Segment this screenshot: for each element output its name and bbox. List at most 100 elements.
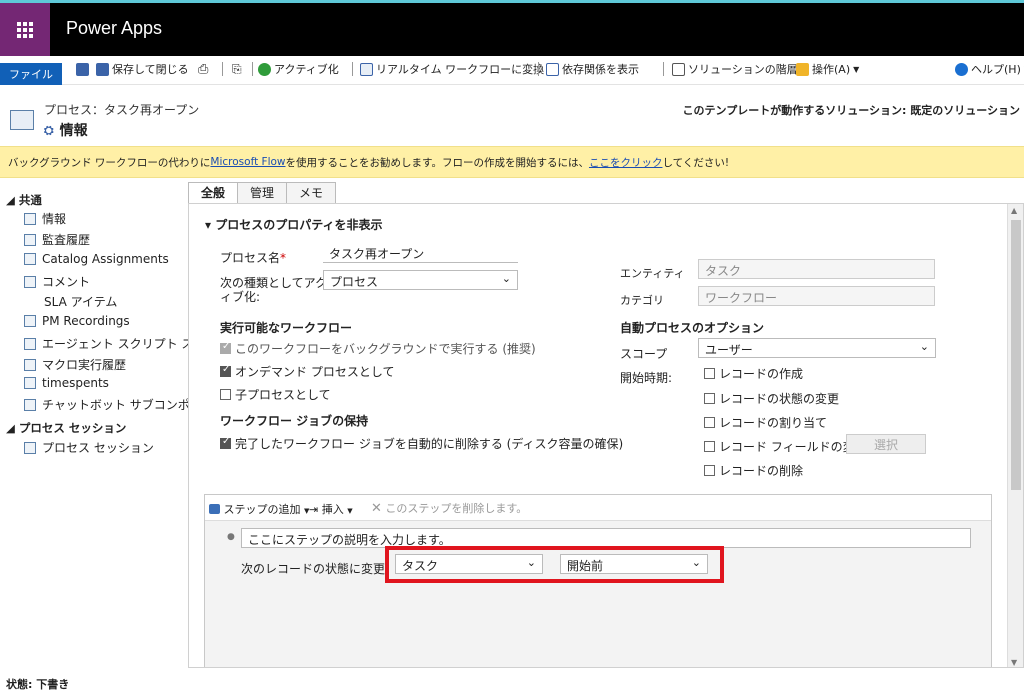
chevron-down-icon: ⌄: [501, 272, 511, 285]
waffle-icon: [17, 21, 33, 38]
run-background-label: このワークフローをバックグラウンドで実行する (推奨): [235, 342, 536, 356]
breadcrumb: プロセス：タスク再オープン: [44, 103, 200, 117]
select-fields-button[interactable]: 選択: [846, 434, 926, 454]
process-icon: [10, 110, 34, 130]
start-on-delete-checkbox[interactable]: レコードの削除: [704, 462, 803, 479]
step-toolbar: ステップの追加 ▼ ⇥ 挿入 ▼ ✕ このステップを削除します。: [205, 495, 991, 521]
child-process-label: 子プロセスとして: [235, 388, 331, 402]
page-title: ⛭ 情報: [44, 120, 88, 140]
scroll-up-icon[interactable]: ▲: [1011, 206, 1017, 215]
microsoft-flow-link[interactable]: Microsoft Flow: [210, 156, 285, 168]
start-on-field-change-checkbox[interactable]: レコード フィールドの変更: [704, 438, 867, 455]
flow-recommendation-banner: バックグラウンド ワークフローの代わりに Microsoft Flow を使用す…: [0, 146, 1024, 178]
tab-general[interactable]: 全般: [188, 182, 239, 204]
activate-as-label-line2: ィブ化:: [220, 290, 261, 304]
checkbox-icon: [704, 368, 715, 379]
start-on-status-change-checkbox[interactable]: レコードの状態の変更: [704, 390, 839, 407]
nav-item-comments[interactable]: コメント: [24, 273, 90, 290]
nav-item-label: マクロ実行履歴: [42, 358, 127, 372]
scope-label: スコープ: [620, 347, 668, 361]
nav-item-chatbot-subcomponents[interactable]: チャットボット サブコンポ…: [24, 396, 202, 413]
activate-as-label: 次の種類としてアクテ ィブ化:: [220, 276, 339, 304]
save-close-button[interactable]: 保存して閉じる: [96, 60, 189, 78]
help-icon: [955, 62, 968, 76]
nav-item-process-session[interactable]: プロセス セッション: [24, 439, 154, 456]
activate-button[interactable]: アクティブ化: [258, 60, 339, 78]
status-select[interactable]: 開始前 ⌄: [560, 554, 708, 574]
chevron-down-icon: ▼: [347, 507, 353, 515]
delete-step-label: このステップを削除します。: [385, 502, 528, 515]
solution-info: このテンプレートが動作するソリューション: 既定のソリューション: [682, 104, 1020, 117]
entity-field: タスク: [698, 259, 935, 279]
nav-item-label: Catalog Assignments: [42, 252, 169, 266]
add-step-menu[interactable]: ステップの追加 ▼: [209, 501, 309, 517]
process-small-icon: ⛭: [44, 122, 54, 137]
nav-item-catalog-assignments[interactable]: Catalog Assignments: [24, 252, 169, 266]
checkbox-icon: [704, 393, 715, 404]
child-process-checkbox[interactable]: 子プロセスとして: [220, 386, 331, 403]
save-button[interactable]: [76, 60, 89, 78]
on-demand-label: オンデマンド プロセスとして: [235, 365, 395, 379]
nav-item-label: エージェント スクリプト ス…: [42, 337, 206, 351]
checkbox-icon: [220, 364, 231, 377]
banner-text-1: バックグラウンド ワークフローの代わりに: [8, 156, 211, 169]
change-status-label: 次のレコードの状態に変更:: [241, 562, 390, 576]
tab-administration[interactable]: 管理: [237, 182, 288, 204]
click-here-link[interactable]: ここをクリック: [589, 155, 663, 170]
section-title: プロセスのプロパティを非表示: [215, 218, 383, 232]
auto-delete-checkbox[interactable]: 完了したワークフロー ジョブを自動的に削除する (ディスク容量の確保): [220, 435, 623, 452]
vertical-scrollbar[interactable]: ▲ ▼: [1007, 204, 1023, 667]
section-toggle[interactable]: ▾ プロセスのプロパティを非表示: [205, 216, 383, 233]
category-label: カテゴリ: [620, 294, 664, 307]
insert-label: 挿入: [321, 503, 344, 516]
nav-item-pm-recordings[interactable]: PM Recordings: [24, 314, 130, 328]
chevron-down-icon: ▼: [853, 64, 860, 74]
start-on-create-checkbox[interactable]: レコードの作成: [704, 365, 803, 382]
solution-layers-button[interactable]: ソリューションの階層: [672, 60, 798, 78]
step-description-input[interactable]: ここにステップの説明を入力します。: [241, 528, 971, 548]
nav-item-label: プロセス セッション: [42, 441, 154, 455]
nav-item-agent-scripts[interactable]: エージェント スクリプト ス…: [24, 335, 205, 352]
scope-select[interactable]: ユーザー ⌄: [698, 338, 936, 358]
audit-icon: [24, 233, 36, 246]
nav-item-info[interactable]: 情報: [24, 210, 66, 227]
nav-item-audit-history[interactable]: 監査履歴: [24, 231, 90, 248]
insert-menu[interactable]: ⇥ 挿入 ▼: [309, 501, 353, 517]
nav-item-label: チャットボット サブコンポ…: [42, 398, 202, 412]
nav-item-label: SLA アイテム: [44, 295, 118, 309]
entity-icon: [24, 315, 36, 327]
nav-item-macro-history[interactable]: マクロ実行履歴: [24, 356, 126, 373]
attach-button[interactable]: ⎘: [232, 60, 242, 78]
help-menu[interactable]: ヘルプ(H) ▼: [955, 60, 1024, 78]
nav-item-label: 監査履歴: [42, 233, 91, 247]
activate-icon: [258, 62, 271, 76]
left-navigation: ◢ 共通 情報 監査履歴 Catalog Assignments コメント SL…: [0, 178, 205, 668]
process-name-input[interactable]: タスク再オープン: [323, 243, 518, 263]
start-when-label: 開始時期:: [620, 371, 673, 385]
dependencies-button[interactable]: 依存関係を表示: [546, 60, 639, 78]
nav-group-common[interactable]: ◢ 共通: [6, 192, 42, 208]
app-launcher-button[interactable]: [0, 3, 50, 56]
scroll-down-icon[interactable]: ▼: [1011, 658, 1017, 667]
convert-realtime-button[interactable]: リアルタイム ワークフローに変換: [360, 60, 544, 78]
help-label: ヘルプ(H): [971, 63, 1021, 76]
start-on-assign-checkbox[interactable]: レコードの割り当て: [704, 414, 827, 431]
entity-icon: [24, 398, 36, 411]
required-mark: *: [280, 251, 287, 265]
entity-select[interactable]: タスク ⌄: [395, 554, 543, 574]
app-name[interactable]: Power Apps: [66, 18, 162, 39]
print-button[interactable]: ⎙: [198, 60, 208, 78]
nav-group-process-session[interactable]: ◢ プロセス セッション: [6, 420, 126, 436]
delete-step-button[interactable]: ✕ このステップを削除します。: [371, 500, 527, 516]
checkbox-icon: [704, 465, 715, 476]
nav-item-timespents[interactable]: timespents: [24, 376, 109, 390]
nav-item-sla-items[interactable]: SLA アイテム: [44, 293, 117, 310]
on-demand-checkbox[interactable]: オンデマンド プロセスとして: [220, 363, 394, 380]
run-background-checkbox[interactable]: このワークフローをバックグラウンドで実行する (推奨): [220, 340, 536, 357]
start-option-label: レコードの削除: [719, 464, 804, 478]
actions-menu[interactable]: 操作(A) ▼: [796, 60, 859, 78]
tab-notes[interactable]: メモ: [286, 182, 337, 204]
activate-as-select[interactable]: プロセス ⌄: [323, 270, 518, 290]
scrollbar-thumb[interactable]: [1011, 220, 1021, 490]
file-tab[interactable]: ファイル: [0, 63, 62, 85]
